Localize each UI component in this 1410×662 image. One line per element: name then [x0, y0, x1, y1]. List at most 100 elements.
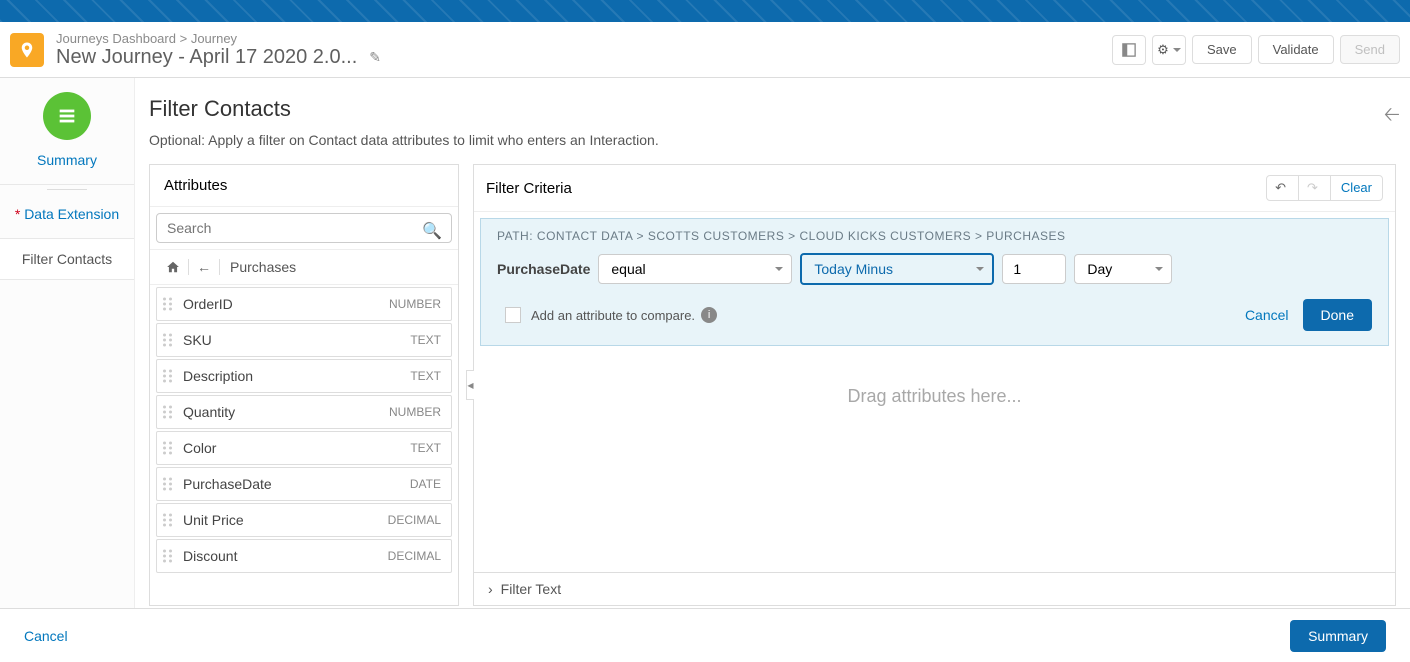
number-input[interactable]: 1: [1002, 254, 1066, 284]
unit-value: Day: [1087, 261, 1112, 277]
info-icon[interactable]: i: [701, 307, 717, 323]
window-pattern-bar: [0, 0, 1410, 22]
attribute-item[interactable]: Quantity NUMBER: [156, 395, 452, 429]
page-title: New Journey - April 17 2020 2.0...: [56, 46, 357, 69]
search-icon: 🔍: [422, 221, 442, 241]
attributes-header: Attributes: [150, 165, 458, 207]
attribute-list: OrderID NUMBER SKU TEXT Description TEXT Quant…: [150, 285, 458, 605]
criteria-editor: PATH: CONTACT DATA > SCOTTS CUSTOMERS > …: [480, 218, 1389, 346]
add-attribute-checkbox[interactable]: [505, 307, 521, 323]
operator-select[interactable]: equal: [598, 254, 792, 284]
back-arrow-icon[interactable]: 🡠: [1384, 100, 1400, 134]
breadcrumb-leaf: Journey: [191, 31, 237, 46]
entry-source-icon: [43, 92, 91, 140]
main-area: Summary * Data Extension Filter Contacts…: [0, 78, 1410, 662]
attribute-item[interactable]: SKU TEXT: [156, 323, 452, 357]
relative-date-select[interactable]: Today Minus: [800, 253, 994, 285]
config-steps-nav: Summary * Data Extension Filter Contacts: [0, 78, 135, 662]
drag-handle-icon: [163, 442, 173, 455]
breadcrumb-root[interactable]: Journeys Dashboard: [56, 31, 176, 46]
chevron-down-icon: [1173, 48, 1181, 52]
save-button[interactable]: Save: [1192, 35, 1252, 64]
footer-summary-button[interactable]: Summary: [1290, 620, 1386, 652]
attribute-type: TEXT: [410, 333, 441, 347]
number-value: 1: [1013, 261, 1021, 277]
drag-handle-icon: [163, 334, 173, 347]
attribute-item[interactable]: PurchaseDate DATE: [156, 467, 452, 501]
gear-icon: ⚙: [1157, 42, 1169, 58]
cancel-criteria-button[interactable]: Cancel: [1245, 307, 1289, 323]
criteria-row: PurchaseDate equal Today Minus 1: [497, 253, 1372, 285]
attribute-name: Discount: [183, 548, 237, 564]
attributes-location: Purchases: [230, 259, 296, 275]
attribute-name: PurchaseDate: [183, 476, 272, 492]
redo-icon: ↷: [1298, 176, 1326, 200]
attribute-type: TEXT: [410, 369, 441, 383]
attribute-item[interactable]: ColorTEXT: [156, 431, 452, 465]
drag-handle-icon: [163, 370, 173, 383]
edit-title-icon[interactable]: ✎: [369, 49, 381, 66]
attribute-name: Color: [183, 440, 216, 456]
send-button: Send: [1340, 35, 1400, 64]
criteria-path: PATH: CONTACT DATA > SCOTTS CUSTOMERS > …: [497, 229, 1372, 243]
nav-summary[interactable]: Summary: [0, 148, 134, 185]
attribute-search-input[interactable]: [156, 213, 452, 243]
clear-button[interactable]: Clear: [1330, 176, 1382, 200]
drag-handle-icon: [163, 550, 173, 563]
breadcrumb-sep: >: [180, 31, 188, 46]
attributes-panel: Attributes 🔍 ← Purchases OrderI: [149, 164, 459, 606]
back-icon[interactable]: ←: [191, 256, 217, 278]
chevron-down-icon: [1155, 267, 1163, 271]
required-marker: *: [15, 206, 20, 222]
operator-value: equal: [611, 261, 645, 277]
done-button[interactable]: Done: [1303, 299, 1372, 331]
attributes-location-bar: ← Purchases: [150, 249, 458, 285]
chevron-down-icon: [775, 267, 783, 271]
attribute-type: DECIMAL: [388, 549, 441, 563]
attribute-name: SKU: [183, 332, 212, 348]
relative-date-value: Today Minus: [814, 261, 893, 277]
attribute-name: Description: [183, 368, 253, 384]
criteria-actions: Add an attribute to compare. i Cancel Do…: [497, 299, 1372, 331]
attribute-type: DECIMAL: [388, 513, 441, 527]
collapse-handle-icon[interactable]: ◀: [466, 370, 474, 400]
attribute-name: Quantity: [183, 404, 235, 420]
panel-icon: [1122, 43, 1136, 57]
validate-button[interactable]: Validate: [1258, 35, 1334, 64]
drag-attributes-hint: Drag attributes here...: [474, 386, 1395, 407]
nav-filter-contacts[interactable]: Filter Contacts: [0, 239, 134, 280]
attribute-type: NUMBER: [389, 405, 441, 419]
attribute-item[interactable]: Unit Price DECIMAL: [156, 503, 452, 537]
criteria-toolbar: ↶ ↷ Clear: [1266, 175, 1383, 201]
home-icon[interactable]: [160, 256, 186, 278]
drag-handle-icon: [163, 478, 173, 491]
undo-icon[interactable]: ↶: [1267, 176, 1294, 200]
attribute-item[interactable]: Discount DECIMAL: [156, 539, 452, 573]
content-pane: 🡠 Filter Contacts Optional: Apply a filt…: [135, 78, 1410, 662]
attribute-item[interactable]: OrderID NUMBER: [156, 287, 452, 321]
content-subtitle: Optional: Apply a filter on Contact data…: [149, 132, 1396, 148]
chevron-right-icon: ›: [488, 581, 493, 597]
attribute-item[interactable]: Description TEXT: [156, 359, 452, 393]
nav-data-extension[interactable]: * Data Extension: [0, 185, 134, 239]
path-prefix: PATH:: [497, 229, 533, 243]
chevron-down-icon: [976, 267, 984, 271]
breadcrumb: Journeys Dashboard > Journey: [56, 31, 381, 46]
compare-label: Add an attribute to compare.: [531, 308, 695, 323]
filter-text-toggle[interactable]: › Filter Text: [474, 572, 1395, 605]
attribute-type: DATE: [410, 477, 441, 491]
settings-gear-button[interactable]: ⚙: [1152, 35, 1186, 65]
attribute-name: Unit Price: [183, 512, 244, 528]
location-marker-icon: [10, 33, 44, 67]
panel-toggle-button[interactable]: [1112, 35, 1146, 65]
content-heading: Filter Contacts: [149, 96, 1396, 122]
footer-cancel-button[interactable]: Cancel: [24, 628, 68, 644]
breadcrumb-and-title: Journeys Dashboard > Journey New Journey…: [56, 31, 381, 69]
nav-data-extension-label: Data Extension: [24, 206, 119, 222]
criteria-panel: ◀ Filter Criteria ↶ ↷ Clear PATH: CONTAC…: [473, 164, 1396, 606]
attribute-name: OrderID: [183, 296, 233, 312]
footer-bar: Cancel Summary: [0, 608, 1410, 662]
drag-handle-icon: [163, 406, 173, 419]
attribute-type: NUMBER: [389, 297, 441, 311]
unit-select[interactable]: Day: [1074, 254, 1172, 284]
